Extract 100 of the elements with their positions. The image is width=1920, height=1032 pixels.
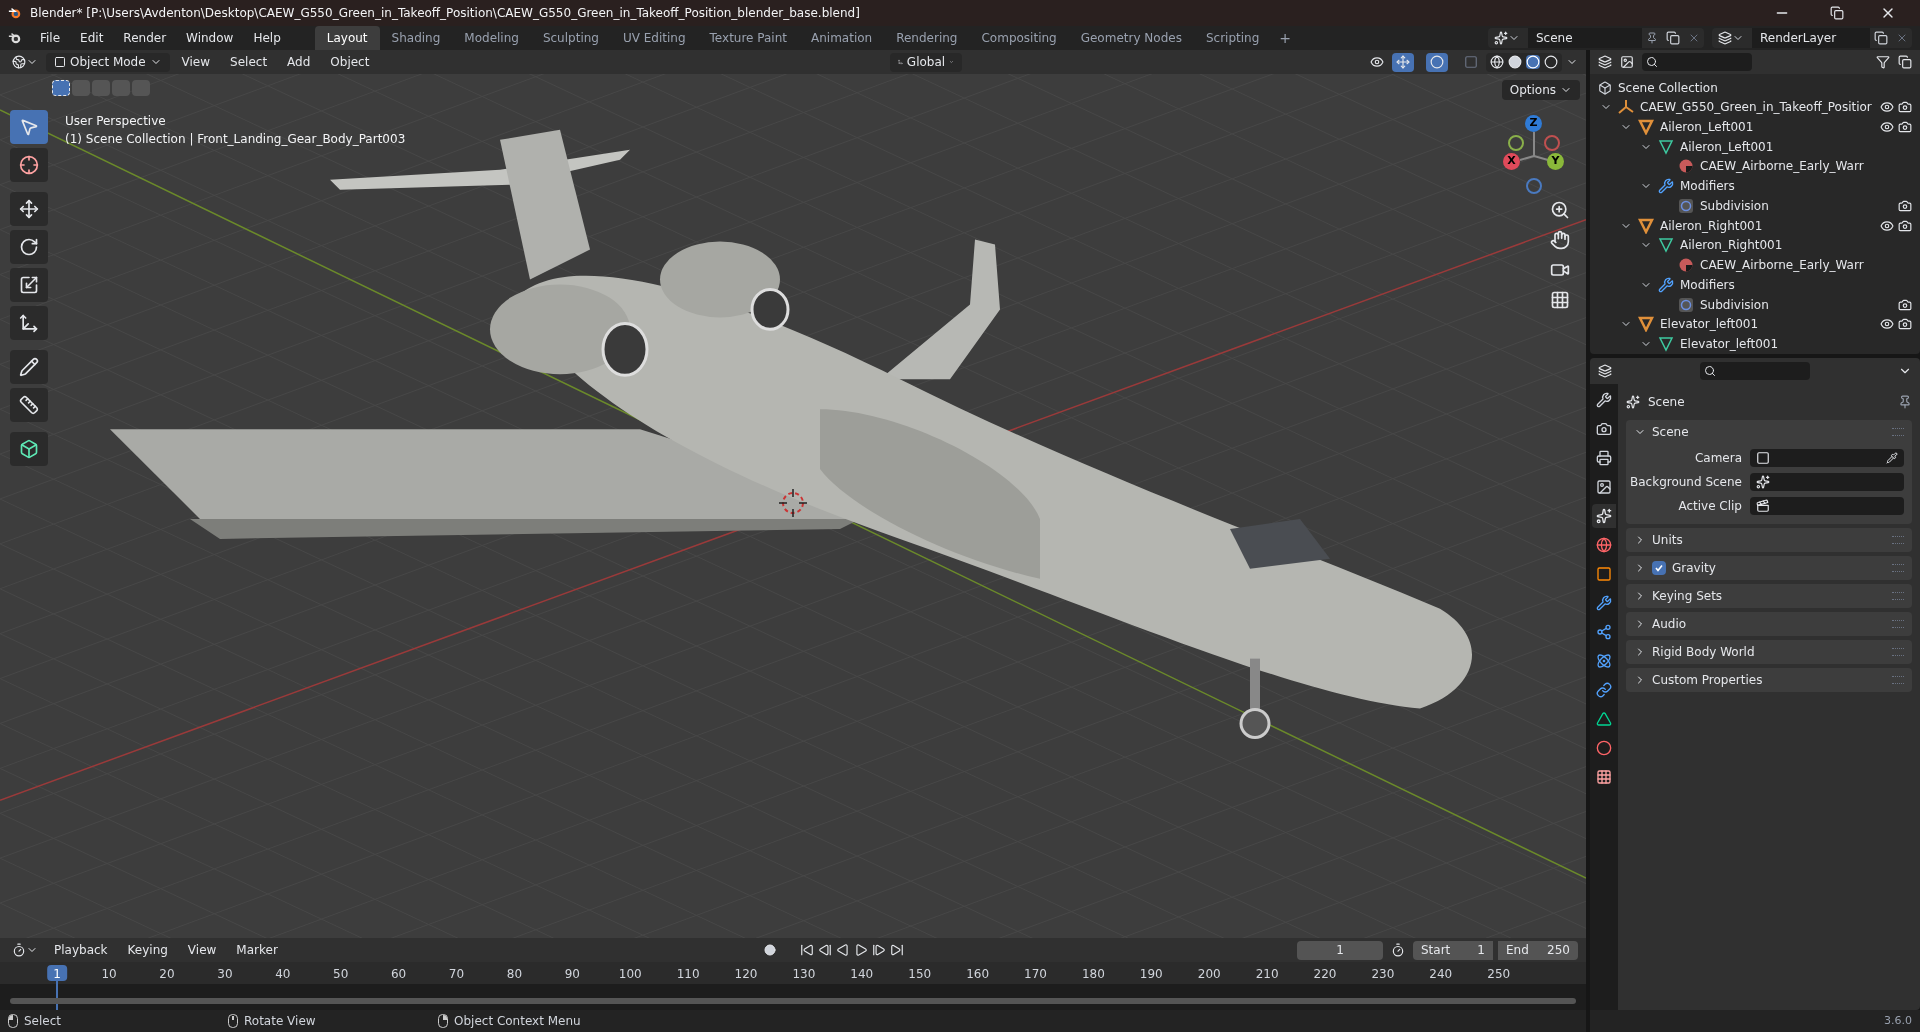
tool-button[interactable] bbox=[10, 432, 48, 466]
outliner-item[interactable]: Modifiers bbox=[1680, 177, 1735, 196]
tool-button[interactable] bbox=[10, 230, 48, 264]
zoom-icon[interactable] bbox=[1550, 200, 1570, 220]
drag-handle-icon[interactable] bbox=[1892, 536, 1904, 544]
grid-icon[interactable] bbox=[1550, 290, 1570, 310]
workspace-tab[interactable]: Texture Paint bbox=[697, 26, 799, 50]
jump-end-icon[interactable] bbox=[889, 943, 904, 957]
prev-keyframe-icon[interactable] bbox=[817, 943, 832, 957]
selection-mode-icon[interactable] bbox=[52, 80, 70, 96]
delete-icon[interactable] bbox=[1896, 32, 1908, 44]
field-input[interactable] bbox=[1750, 473, 1904, 491]
current-frame-marker[interactable]: 1 bbox=[47, 965, 67, 981]
negative-z-axis-icon[interactable] bbox=[1526, 178, 1542, 194]
view-layer-selector[interactable]: RenderLayer bbox=[1712, 28, 1912, 48]
menu-item[interactable]: Select bbox=[222, 53, 276, 71]
menu-item[interactable]: Marker bbox=[228, 941, 286, 959]
visibility-icon[interactable] bbox=[1880, 317, 1894, 332]
tool-button[interactable] bbox=[10, 350, 48, 384]
field-input[interactable] bbox=[1750, 497, 1904, 515]
workspace-tab[interactable]: Layout bbox=[314, 26, 380, 50]
display-mode-icon[interactable] bbox=[1598, 54, 1612, 69]
workspace-tab[interactable]: Sculpting bbox=[530, 26, 611, 50]
tool-button[interactable] bbox=[10, 388, 48, 422]
workspace-tab[interactable]: UV Editing bbox=[610, 26, 698, 50]
overlay-toggle-button[interactable] bbox=[1426, 52, 1448, 72]
menu-item[interactable]: Window bbox=[176, 29, 244, 47]
duplicate-icon[interactable] bbox=[1874, 31, 1888, 45]
drag-handle-icon[interactable] bbox=[1892, 428, 1904, 436]
filter-icon[interactable] bbox=[1876, 54, 1890, 69]
menu-item[interactable]: View bbox=[179, 941, 225, 959]
render-camera-icon[interactable] bbox=[1898, 297, 1912, 312]
outliner-item[interactable]: Aileron_Right001 bbox=[1680, 236, 1783, 255]
menu-item[interactable]: Edit bbox=[70, 29, 114, 47]
outliner-item[interactable]: Subdivision bbox=[1700, 196, 1769, 215]
workspace-tab[interactable]: Geometry Nodes bbox=[1068, 26, 1194, 50]
tool-button[interactable] bbox=[10, 148, 48, 182]
hand-icon[interactable] bbox=[1550, 230, 1570, 250]
orientation-dropdown[interactable]: Global bbox=[890, 52, 962, 72]
section-title[interactable]: Units bbox=[1652, 531, 1683, 549]
restore-icon[interactable] bbox=[1830, 6, 1844, 20]
play-icon[interactable] bbox=[853, 943, 868, 957]
tool-button[interactable] bbox=[10, 192, 48, 226]
outliner-item[interactable]: Scene Collection bbox=[1618, 78, 1718, 97]
delete-icon[interactable] bbox=[1688, 32, 1700, 44]
render-camera-icon[interactable] bbox=[1898, 120, 1912, 134]
mode-dropdown[interactable]: Object Mode bbox=[46, 52, 170, 72]
editor-type-icon[interactable] bbox=[1598, 364, 1612, 378]
drag-handle-icon[interactable] bbox=[1892, 564, 1904, 572]
section-title[interactable]: Custom Properties bbox=[1652, 671, 1763, 689]
search-field[interactable] bbox=[1700, 362, 1810, 380]
section-title[interactable]: Keying Sets bbox=[1652, 587, 1723, 605]
render-camera-icon[interactable] bbox=[1898, 100, 1912, 115]
outliner-item[interactable]: Aileron_Right001 bbox=[1660, 216, 1763, 235]
outliner-item[interactable]: Aileron_Left001 bbox=[1660, 118, 1754, 136]
properties-tab[interactable] bbox=[1592, 504, 1616, 528]
negative-y-axis-icon[interactable] bbox=[1508, 135, 1524, 151]
gizmo-toggle-button[interactable] bbox=[1392, 52, 1414, 72]
render-camera-icon[interactable] bbox=[1898, 198, 1912, 213]
start-frame-field[interactable]: Start 1 bbox=[1413, 940, 1493, 960]
outliner-item[interactable]: Modifiers bbox=[1680, 275, 1735, 294]
workspace-tab[interactable]: Rendering bbox=[884, 26, 970, 50]
menu-item[interactable]: View bbox=[173, 53, 219, 71]
tool-button[interactable] bbox=[10, 306, 48, 340]
menu-item[interactable]: Playback bbox=[46, 941, 116, 959]
visibility-icon[interactable] bbox=[1880, 100, 1894, 115]
render-camera-icon[interactable] bbox=[1898, 218, 1912, 233]
workspace-tab[interactable]: Scripting bbox=[1193, 26, 1272, 50]
filter-view-icon[interactable] bbox=[1620, 54, 1634, 69]
menu-item[interactable]: Help bbox=[243, 29, 291, 47]
next-keyframe-icon[interactable] bbox=[871, 943, 886, 957]
search-field[interactable] bbox=[1642, 52, 1752, 71]
pin-icon[interactable] bbox=[1646, 32, 1658, 44]
outliner-item[interactable]: Subdivision bbox=[1700, 295, 1769, 314]
record-icon[interactable] bbox=[763, 944, 776, 956]
drag-handle-icon[interactable] bbox=[1892, 592, 1904, 600]
menu-item[interactable]: Add bbox=[279, 53, 319, 71]
visibility-icon[interactable] bbox=[1880, 120, 1894, 134]
field-input[interactable] bbox=[1750, 449, 1904, 467]
tool-button[interactable] bbox=[10, 268, 48, 302]
scene-selector[interactable]: Scene bbox=[1488, 28, 1704, 48]
workspace-tab[interactable]: Animation bbox=[799, 26, 885, 50]
jump-start-icon[interactable] bbox=[799, 943, 814, 957]
end-frame-field[interactable]: End 250 bbox=[1498, 940, 1578, 960]
add-workspace-button[interactable]: + bbox=[1271, 27, 1300, 49]
section-title[interactable]: Scene bbox=[1652, 423, 1689, 441]
outliner-item[interactable]: Elevator_left001 bbox=[1680, 335, 1779, 354]
drag-handle-icon[interactable] bbox=[1892, 620, 1904, 628]
outliner-item[interactable]: CAEW_Airborne_Early_Warr bbox=[1700, 157, 1864, 176]
workspace-tab[interactable]: Compositing bbox=[969, 26, 1069, 50]
workspace-tab[interactable]: Modeling bbox=[452, 26, 531, 50]
outliner-item[interactable]: Elevator_left001 bbox=[1660, 315, 1759, 334]
stopwatch-icon[interactable] bbox=[1391, 943, 1405, 957]
shading-switcher[interactable] bbox=[1486, 52, 1562, 72]
drag-handle-icon[interactable] bbox=[1892, 676, 1904, 684]
outliner-item[interactable]: CAEW_Airborne_Early_Warr bbox=[1700, 256, 1864, 275]
visibility-icon[interactable] bbox=[1880, 218, 1894, 233]
menu-item[interactable]: File bbox=[30, 29, 71, 47]
checkbox[interactable] bbox=[1652, 561, 1666, 575]
section-title[interactable]: Rigid Body World bbox=[1652, 643, 1755, 661]
